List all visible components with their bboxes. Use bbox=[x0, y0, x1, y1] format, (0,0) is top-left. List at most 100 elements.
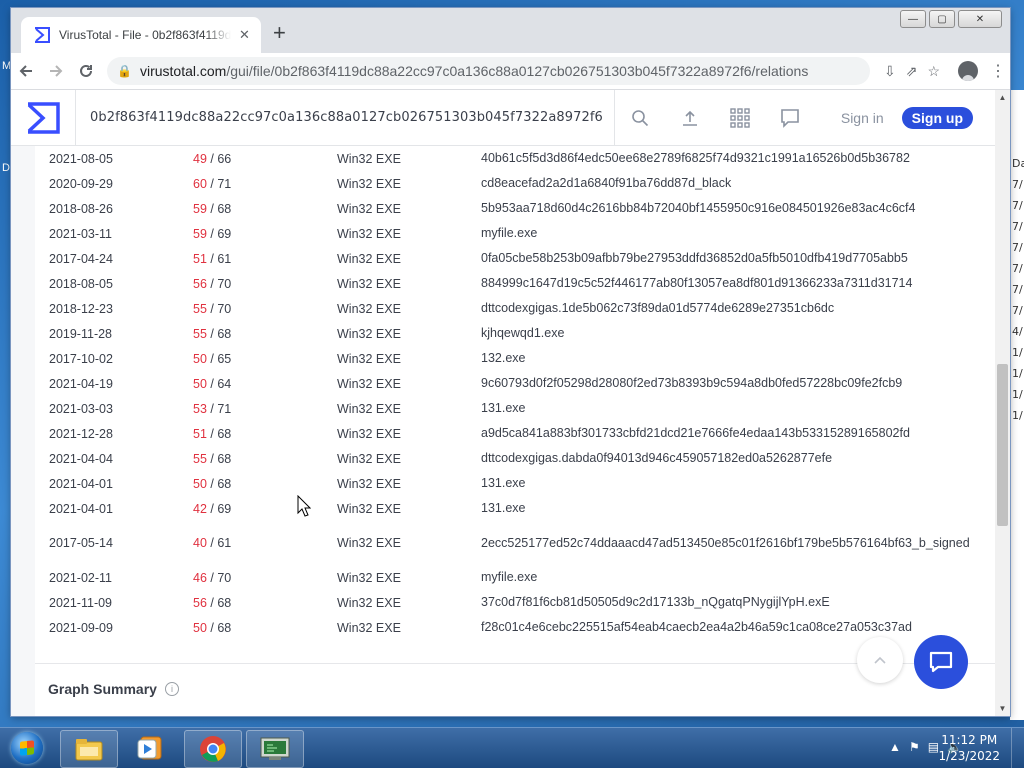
apps-grid-icon[interactable] bbox=[715, 90, 765, 145]
lock-icon[interactable]: 🔒 bbox=[117, 64, 132, 78]
file-name-link[interactable]: dttcodexgigas.dabda0f94013d946c459057182… bbox=[481, 451, 832, 465]
network-icon[interactable]: ▤ bbox=[928, 740, 939, 754]
background-window-edge: Da 7/7/7/7/7/7/7/4/1/1/1/1/ bbox=[1010, 90, 1024, 720]
chat-button[interactable] bbox=[914, 635, 968, 689]
detections: 40 / 61 bbox=[193, 521, 337, 565]
file-name-link[interactable]: 9c60793d0f2f05298d28080f2ed73b8393b9c594… bbox=[481, 376, 902, 390]
background-window-text bbox=[1010, 90, 1024, 111]
taskbar-clock[interactable]: 11:12 PM 1/23/2022 bbox=[938, 732, 1000, 764]
file-name-link[interactable]: 5b953aa718d60d4c2616bb84b72040bf1455950c… bbox=[481, 201, 915, 215]
detections-total: / 65 bbox=[206, 351, 232, 366]
file-name-cell: 40b61c5f5d3d86f4edc50ee68e2789f6825f74d9… bbox=[481, 146, 970, 171]
show-desktop-button[interactable] bbox=[1011, 728, 1024, 768]
file-name-link[interactable]: 40b61c5f5d3d86f4edc50ee68e2789f6825f74d9… bbox=[481, 151, 910, 165]
scanned-date: 2019-11-28 bbox=[49, 326, 113, 341]
search-input[interactable]: 0b2f863f4119dc88a22cc97c0a136c88a0127cb0… bbox=[76, 90, 614, 145]
sign-in-link[interactable]: Sign in bbox=[841, 110, 884, 126]
media-player-taskbar-icon[interactable] bbox=[122, 730, 178, 766]
info-icon[interactable]: i bbox=[164, 682, 179, 696]
file-type: Win32 EXE bbox=[337, 276, 401, 291]
window-controls: — ▢ ✕ bbox=[900, 10, 1002, 28]
detections: 49 / 66 bbox=[193, 146, 337, 171]
file-name-link[interactable]: myfile.exe bbox=[481, 570, 537, 584]
virustotal-favicon-icon bbox=[33, 26, 51, 44]
chrome-taskbar-icon[interactable] bbox=[184, 730, 242, 768]
back-arrow-icon[interactable] bbox=[11, 56, 41, 86]
install-app-icon[interactable]: ⇩ bbox=[884, 63, 896, 80]
file-type: Win32 EXE bbox=[337, 376, 401, 391]
profile-avatar-icon[interactable] bbox=[958, 61, 978, 81]
tab-close-icon[interactable]: ✕ bbox=[239, 27, 250, 43]
virustotal-logo-icon[interactable] bbox=[11, 90, 76, 145]
file-name-cell: myfile.exe bbox=[481, 221, 970, 246]
terminal-taskbar-icon[interactable] bbox=[246, 730, 304, 768]
background-window-text bbox=[1010, 111, 1024, 132]
address-bar[interactable]: 🔒 virustotal.com/gui/file/0b2f863f4119dc… bbox=[107, 57, 870, 85]
detections-positive: 59 bbox=[193, 201, 207, 216]
scroll-up-arrow-icon[interactable]: ▲ bbox=[995, 90, 1010, 105]
browser-window: VirusTotal - File - 0b2f863f4119dc88a22c… bbox=[11, 8, 1010, 716]
file-name-cell: 37c0d7f81f6cb81d50505d9c2d17133b_nQgatqP… bbox=[481, 590, 970, 615]
scroll-to-top-button[interactable] bbox=[857, 637, 903, 683]
reload-icon[interactable] bbox=[71, 56, 101, 86]
detections: 50 / 65 bbox=[193, 346, 337, 371]
file-name-link[interactable]: 2ecc525177ed52c74ddaaacd47ad513450e85c01… bbox=[481, 536, 970, 550]
file-name-cell: 131.exe bbox=[481, 496, 970, 521]
upload-icon[interactable] bbox=[665, 90, 715, 145]
detections: 42 / 69 bbox=[193, 496, 337, 521]
forward-arrow-icon[interactable] bbox=[41, 56, 71, 86]
detections-total: / 69 bbox=[206, 226, 232, 241]
detections-total: / 69 bbox=[206, 501, 232, 516]
file-name-link[interactable]: 884999c1647d19c5c52f446177ab80f13057ea8d… bbox=[481, 276, 912, 290]
relations-card: 2021-08-05 49 / 66 Win32 EXE 40b61c5f5d3d86… bbox=[35, 146, 995, 716]
table-row: 2021-04-04 55 / 68 Win32 EXE dttcodexgigas.… bbox=[49, 446, 970, 471]
action-center-flag-icon[interactable]: ⚑ bbox=[909, 740, 920, 754]
search-icon[interactable] bbox=[613, 90, 665, 145]
file-name-link[interactable]: dttcodexgigas.1de5b062c73f89da01d5774de6… bbox=[481, 301, 834, 315]
detections: 50 / 68 bbox=[193, 471, 337, 496]
scroll-thumb[interactable] bbox=[997, 364, 1008, 526]
background-window-text: 1/ bbox=[1012, 346, 1023, 359]
tray-expand-icon[interactable]: ▲ bbox=[889, 740, 901, 754]
file-name-cell: 131.exe bbox=[481, 396, 970, 421]
file-name-link[interactable]: 132.exe bbox=[481, 351, 525, 365]
detections-positive: 46 bbox=[193, 570, 207, 585]
page-scrollbar[interactable]: ▲ ▼ bbox=[995, 90, 1010, 716]
detections-total: / 70 bbox=[206, 570, 232, 585]
chat-bubble-icon[interactable] bbox=[765, 90, 815, 145]
detections: 53 / 71 bbox=[193, 396, 337, 421]
menu-kebab-icon[interactable]: ⋮ bbox=[986, 61, 1010, 81]
file-name-link[interactable]: 0fa05cbe58b253b09afbb79be27953ddfd36852d… bbox=[481, 251, 908, 265]
sign-up-button[interactable]: Sign up bbox=[901, 106, 973, 129]
tab-virustotal[interactable]: VirusTotal - File - 0b2f863f4119dc88a22c… bbox=[21, 17, 261, 53]
section-divider bbox=[35, 663, 995, 664]
minimize-button[interactable]: — bbox=[900, 10, 926, 28]
explorer-taskbar-icon[interactable] bbox=[60, 730, 118, 768]
file-name-link[interactable]: myfile.exe bbox=[481, 226, 537, 240]
file-name-link[interactable]: kjhqewqd1.exe bbox=[481, 326, 564, 340]
new-tab-icon[interactable]: + bbox=[273, 22, 286, 44]
file-name-link[interactable]: a9d5ca841a883bf301733cbfd21dcd21e7666fe4… bbox=[481, 426, 910, 440]
start-button[interactable] bbox=[5, 730, 49, 766]
scanned-date: 2017-05-14 bbox=[49, 536, 113, 550]
file-name-link[interactable]: 131.exe bbox=[481, 501, 525, 515]
file-name-link[interactable]: 131.exe bbox=[481, 401, 525, 415]
file-name-link[interactable]: cd8eacefad2a2d1a6840f91ba76dd87d_black bbox=[481, 176, 731, 190]
file-name-link[interactable]: f28c01c4e6cebc225515af54eab4caecb2ea4a2b… bbox=[481, 620, 912, 634]
maximize-button[interactable]: ▢ bbox=[929, 10, 955, 28]
background-window-text: 7/ bbox=[1012, 220, 1023, 233]
detections-total: / 68 bbox=[206, 620, 232, 635]
bookmark-star-icon[interactable]: ☆ bbox=[927, 63, 940, 80]
file-name-link[interactable]: 37c0d7f81f6cb81d50505d9c2d17133b_nQgatqP… bbox=[481, 595, 830, 609]
table-row: 2021-04-19 50 / 64 Win32 EXE 9c60793d0f2f05… bbox=[49, 371, 970, 396]
scroll-down-arrow-icon[interactable]: ▼ bbox=[995, 701, 1010, 716]
table-row: 2021-12-28 51 / 68 Win32 EXE a9d5ca841a883b… bbox=[49, 421, 970, 446]
table-row: 2021-09-09 50 / 68 Win32 EXE f28c01c4e6cebc… bbox=[49, 615, 970, 640]
close-window-button[interactable]: ✕ bbox=[958, 10, 1002, 28]
file-type: Win32 EXE bbox=[337, 536, 401, 550]
detections-positive: 51 bbox=[193, 426, 207, 441]
scanned-date: 2017-10-02 bbox=[49, 351, 113, 366]
share-icon[interactable]: ⇗ bbox=[906, 63, 918, 80]
detections-positive: 60 bbox=[193, 176, 207, 191]
file-name-link[interactable]: 131.exe bbox=[481, 476, 525, 490]
